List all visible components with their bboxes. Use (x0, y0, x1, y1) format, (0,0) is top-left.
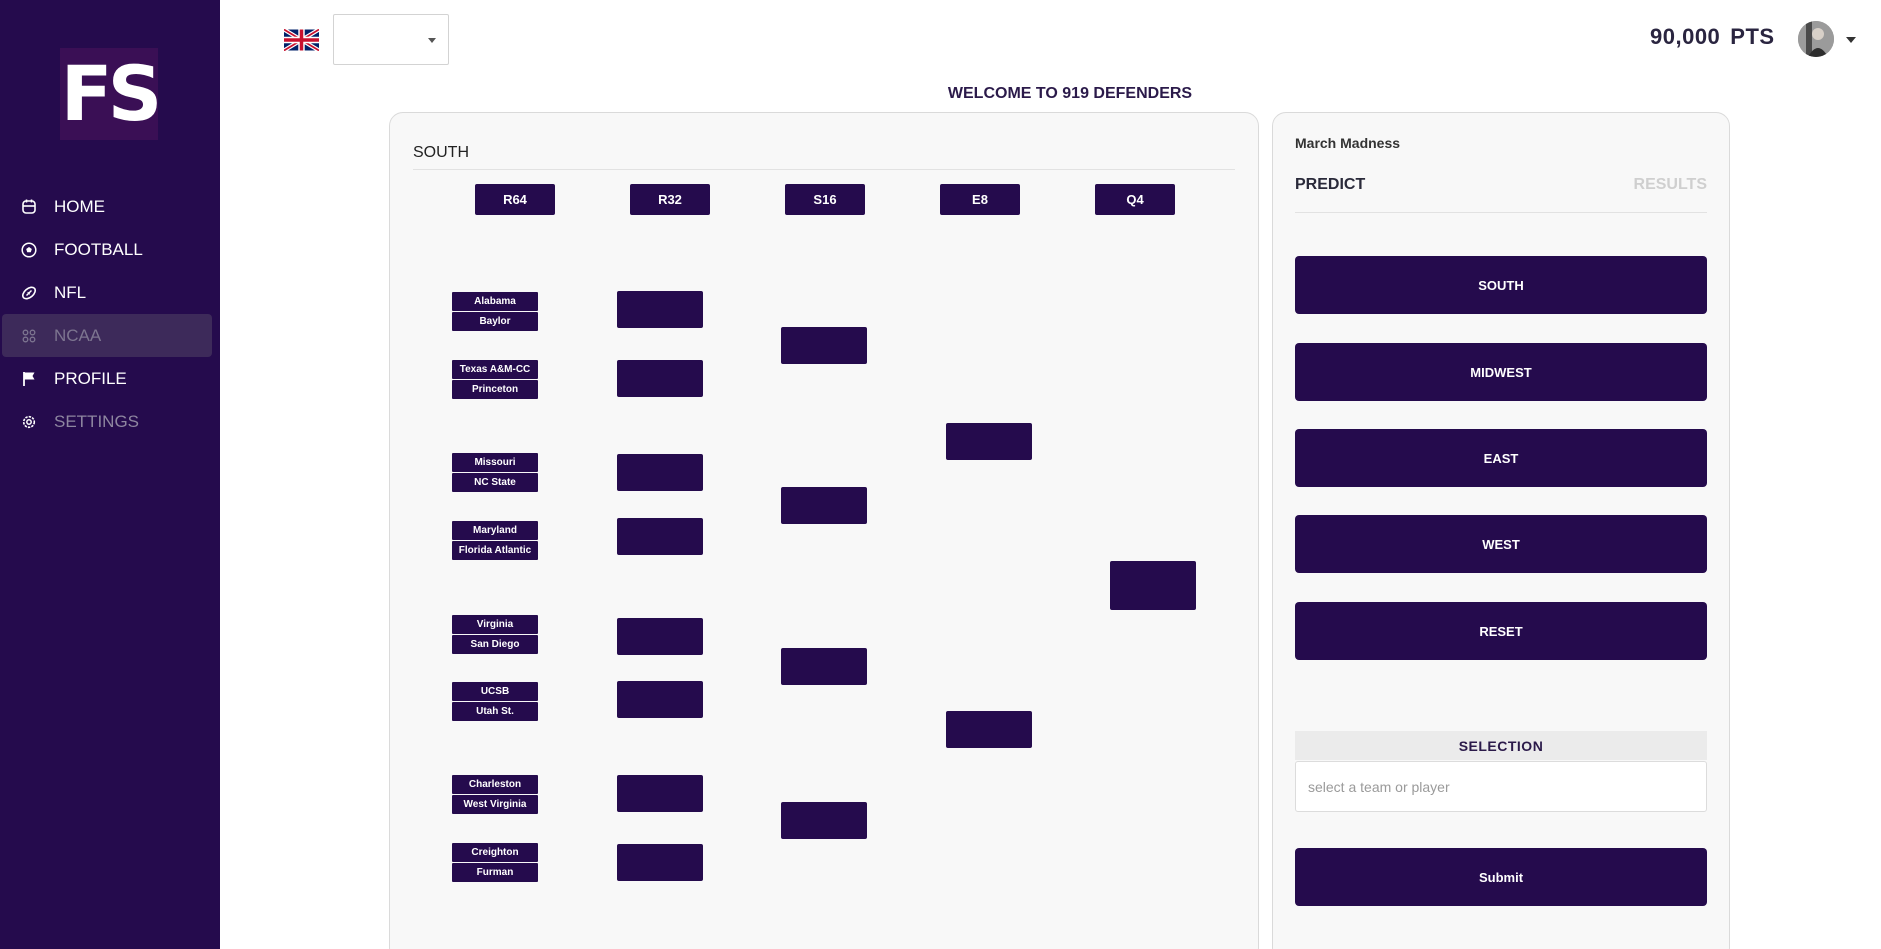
tab-predict[interactable]: PREDICT (1295, 176, 1365, 194)
selection-input[interactable] (1295, 761, 1707, 812)
prediction-panel: March Madness PREDICT RESULTS SOUTH MIDW… (1272, 112, 1730, 949)
matchup: Charleston West Virginia (452, 775, 538, 814)
bracket-slot-s16[interactable] (781, 327, 867, 364)
uk-flag-icon[interactable] (282, 27, 321, 53)
team-button[interactable]: Florida Atlantic (452, 541, 538, 560)
sidebar-item-label: PROFILE (54, 368, 127, 388)
grid-dots-icon (18, 325, 40, 347)
round-header-r64: R64 (475, 184, 555, 215)
region-button-midwest[interactable]: MIDWEST (1295, 343, 1707, 401)
points-display: 90,000 PTS (1650, 24, 1775, 50)
region-button-west[interactable]: WEST (1295, 515, 1707, 573)
team-button[interactable]: Alabama (452, 292, 538, 311)
matchup: Creighton Furman (452, 843, 538, 882)
flag-icon (18, 368, 40, 390)
sidebar-item-label: NCAA (54, 325, 102, 345)
team-button[interactable]: UCSB (452, 682, 538, 701)
submit-button[interactable]: Submit (1295, 848, 1707, 906)
welcome-title: WELCOME TO 919 DEFENDERS (947, 85, 1193, 102)
bracket-slot-s16[interactable] (781, 802, 867, 839)
matchup: Texas A&M-CC Princeton (452, 360, 538, 399)
round-header-r32: R32 (630, 184, 710, 215)
bracket-slot-r32[interactable] (617, 775, 703, 812)
sidebar-item-label: HOME (54, 196, 105, 216)
soccer-ball-icon (18, 239, 40, 261)
region-button-east[interactable]: EAST (1295, 429, 1707, 487)
sidebar-item-profile[interactable]: PROFILE (2, 357, 212, 400)
bracket-slot-r32[interactable] (617, 681, 703, 718)
team-button[interactable]: Maryland (452, 521, 538, 540)
team-button[interactable]: Furman (452, 863, 538, 882)
panel-title: March Madness (1295, 135, 1401, 151)
sidebar-item-label: SETTINGS (54, 411, 140, 431)
team-button[interactable]: Utah St. (452, 702, 538, 721)
region-button-south[interactable]: SOUTH (1295, 256, 1707, 314)
sidebar-item-settings[interactable]: SETTINGS (2, 400, 212, 443)
team-button[interactable]: Charleston (452, 775, 538, 794)
bracket-slot-r32[interactable] (617, 291, 703, 328)
team-button[interactable]: Missouri (452, 453, 538, 472)
team-button[interactable]: Virginia (452, 615, 538, 634)
bracket-panel: SOUTH R64 R32 S16 E8 Q4 Alabama Baylor T… (389, 112, 1259, 949)
divider (1295, 212, 1707, 213)
divider (413, 169, 1235, 170)
sidebar-item-label: NFL (54, 282, 87, 302)
sidebar-item-nfl[interactable]: NFL (2, 271, 212, 314)
bracket-slot-r32[interactable] (617, 518, 703, 555)
football-icon (18, 282, 40, 304)
team-button[interactable]: Princeton (452, 380, 538, 399)
calendar-icon (18, 196, 40, 218)
round-header-s16: S16 (785, 184, 865, 215)
team-button[interactable]: West Virginia (452, 795, 538, 814)
round-header-q4: Q4 (1095, 184, 1175, 215)
account-menu-chevron-icon[interactable] (1846, 37, 1856, 43)
team-button[interactable]: Creighton (452, 843, 538, 862)
chevron-down-icon (428, 38, 436, 43)
reset-button[interactable]: RESET (1295, 602, 1707, 660)
region-title: SOUTH (413, 144, 469, 161)
sidebar-item-home[interactable]: HOME (2, 185, 212, 228)
bracket-slot-r32[interactable] (617, 454, 703, 491)
bracket-slot-e8[interactable] (946, 423, 1032, 460)
team-button[interactable]: San Diego (452, 635, 538, 654)
bracket-slot-q4[interactable] (1110, 561, 1196, 610)
team-button[interactable]: NC State (452, 473, 538, 492)
sidebar: FS HOME FOOTBALL NFL NCAA PROFILE SETTIN… (0, 0, 220, 949)
round-header-e8: E8 (940, 184, 1020, 215)
matchup: UCSB Utah St. (452, 682, 538, 721)
selection-label: SELECTION (1295, 731, 1707, 760)
sidebar-item-label: FOOTBALL (54, 239, 143, 259)
bracket-slot-e8[interactable] (946, 711, 1032, 748)
team-button[interactable]: Texas A&M-CC (452, 360, 538, 379)
gear-icon (18, 411, 40, 433)
bracket-slot-r32[interactable] (617, 618, 703, 655)
bracket-slot-s16[interactable] (781, 648, 867, 685)
bracket-slot-r32[interactable] (617, 360, 703, 397)
language-select[interactable] (333, 14, 449, 65)
bracket-slot-s16[interactable] (781, 487, 867, 524)
tab-results[interactable]: RESULTS (1634, 176, 1707, 194)
points-unit: PTS (1730, 24, 1775, 49)
avatar[interactable] (1798, 21, 1834, 57)
team-button[interactable]: Baylor (452, 312, 538, 331)
sidebar-item-football[interactable]: FOOTBALL (2, 228, 212, 271)
bracket-slot-r32[interactable] (617, 844, 703, 881)
sidebar-item-ncaa[interactable]: NCAA (2, 314, 212, 357)
matchup: Alabama Baylor (452, 292, 538, 331)
points-value: 90,000 (1650, 24, 1721, 49)
matchup: Missouri NC State (452, 453, 538, 492)
matchup: Maryland Florida Atlantic (452, 521, 538, 560)
matchup: Virginia San Diego (452, 615, 538, 654)
